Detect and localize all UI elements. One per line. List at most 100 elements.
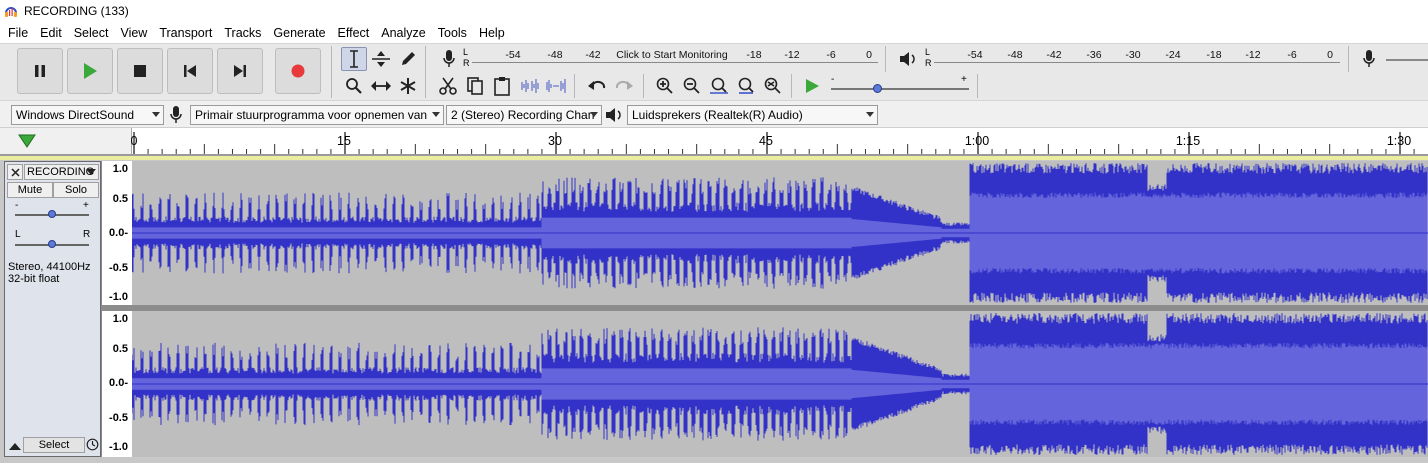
collapse-track-icon[interactable] (9, 442, 21, 451)
cut-button[interactable] (435, 74, 461, 98)
asterisk-icon (400, 78, 416, 94)
waveform-channel-2[interactable] (131, 311, 1428, 457)
playback-meter[interactable]: -54 -48 -42 -36 -30 -24 -18 -12 -6 0 (934, 47, 1340, 71)
fit-selection-button[interactable] (706, 74, 732, 98)
zoom-toggle-button[interactable] (760, 74, 786, 98)
record-meter-button[interactable] (436, 47, 462, 71)
trim-audio-button[interactable] (516, 74, 542, 98)
record-meter-tick: -48 (547, 49, 563, 61)
record-button[interactable] (275, 48, 321, 94)
recording-volume-button[interactable] (1356, 47, 1382, 71)
ruler-label: 1:15 (1175, 134, 1201, 148)
tracks-bottom-gap (0, 457, 1428, 463)
envelope-tool[interactable] (368, 47, 394, 71)
skip-to-end-button[interactable] (217, 48, 263, 94)
play-meter-r: R (925, 58, 932, 68)
play-meter-tick: 0 (1327, 49, 1333, 61)
menu-tracks[interactable]: Tracks (218, 26, 267, 40)
timeline-ruler[interactable]: 0 15 30 45 1:00 1:15 1:30 (0, 128, 1428, 156)
pause-button[interactable] (17, 48, 63, 94)
mute-button[interactable]: Mute (7, 182, 53, 198)
select-label: Select (38, 439, 70, 451)
zoom-out-button[interactable] (679, 74, 705, 98)
select-track-button[interactable]: Select (23, 437, 85, 453)
multi-tool[interactable] (395, 74, 421, 98)
play-meter-tick: -6 (1287, 49, 1297, 61)
skip-to-start-button[interactable] (167, 48, 213, 94)
playback-device-select[interactable]: Luidsprekers (Realtek(R) Audio) (627, 105, 878, 125)
ruler-label: 15 (337, 134, 351, 148)
redo-button[interactable] (611, 74, 637, 98)
menu-help[interactable]: Help (473, 26, 511, 40)
envelope-icon (372, 51, 390, 67)
speed-minus: - (831, 74, 835, 85)
fit-project-button[interactable] (733, 74, 759, 98)
menu-select[interactable]: Select (68, 26, 115, 40)
play-button[interactable] (67, 48, 113, 94)
zoom-in-button[interactable] (652, 74, 678, 98)
stop-button[interactable] (117, 48, 163, 94)
fit-project-icon (738, 77, 754, 94)
speed-plus: + (961, 74, 967, 85)
menu-analyze[interactable]: Analyze (375, 26, 431, 40)
silence-audio-button[interactable] (543, 74, 569, 98)
fit-selection-icon (710, 77, 728, 94)
waveform-channel-1[interactable] (131, 161, 1428, 305)
menu-bar: File Edit Select View Transport Tracks G… (0, 22, 1428, 43)
i-beam-icon (350, 50, 358, 68)
pan-slider-thumb[interactable] (48, 240, 56, 248)
menu-transport[interactable]: Transport (153, 26, 218, 40)
selection-tool[interactable] (341, 47, 367, 71)
double-arrow-icon (371, 81, 391, 91)
channel-2-scale[interactable]: 1.0 0.5 0.0- -0.5 -1.0 (101, 311, 132, 457)
time-shift-tool[interactable] (368, 74, 394, 98)
record-meter-tick: -42 (585, 49, 601, 61)
window-title: RECORDING (133) (24, 4, 129, 18)
scale-label: 0.5 (112, 193, 128, 205)
playback-meter-button[interactable] (895, 47, 921, 71)
zoom-tool[interactable] (341, 74, 367, 98)
click-to-start-monitoring[interactable]: Click to Start Monitoring (614, 49, 730, 61)
undo-button[interactable] (584, 74, 610, 98)
close-track-button[interactable] (7, 164, 23, 180)
record-meter[interactable]: -54 -48 -42 Click to Start Monitoring -1… (472, 47, 878, 71)
scale-label: 1.0 (112, 163, 128, 175)
menu-file[interactable]: File (2, 26, 34, 40)
play-meter-tick: -54 (967, 49, 983, 61)
recording-device-select[interactable]: Primair stuurprogramma voor opnemen van (190, 105, 444, 125)
paste-button[interactable] (489, 74, 515, 98)
sync-lock-icon[interactable] (86, 438, 99, 451)
playback-speed-thumb[interactable] (873, 84, 882, 93)
recording-volume-slider[interactable] (1386, 59, 1428, 61)
copy-button[interactable] (462, 74, 488, 98)
trim-icon (521, 79, 539, 93)
draw-tool[interactable] (395, 47, 421, 71)
play-meter-tick: -42 (1046, 49, 1062, 61)
menu-generate[interactable]: Generate (267, 26, 331, 40)
recording-channels-select[interactable]: 2 (Stereo) Recording Chan (446, 105, 602, 125)
ruler-label: 30 (548, 134, 562, 148)
record-meter-r: R (463, 58, 470, 68)
channel-1-scale[interactable]: 1.0 0.5 0.0- -0.5 -1.0 (101, 161, 132, 305)
toolbar-area: L R -54 -48 -42 Click to Start Monitorin… (0, 43, 1428, 100)
recording-channels-value: 2 (Stereo) Recording Chan (451, 108, 595, 122)
track-name: RECORDING (27, 166, 95, 178)
menu-tools[interactable]: Tools (432, 26, 473, 40)
stop-icon (134, 65, 146, 77)
audio-host-select[interactable]: Windows DirectSound (11, 105, 164, 125)
scale-label: 0.5 (112, 343, 128, 355)
menu-view[interactable]: View (114, 26, 153, 40)
track-format-depth: 32-bit float (8, 273, 60, 285)
menu-effect[interactable]: Effect (332, 26, 376, 40)
menu-edit[interactable]: Edit (34, 26, 68, 40)
microphone-icon (1363, 50, 1375, 67)
gain-slider-thumb[interactable] (48, 210, 56, 218)
close-icon (10, 167, 20, 177)
playback-speed-slider[interactable] (831, 88, 969, 90)
play-at-speed-button[interactable] (799, 74, 825, 98)
ruler-label: 45 (759, 134, 773, 148)
solo-button[interactable]: Solo (53, 182, 99, 198)
zoom-in-icon (656, 77, 673, 94)
ruler-label: 1:30 (1386, 134, 1412, 148)
track-name-menu[interactable]: RECORDING (24, 164, 99, 180)
